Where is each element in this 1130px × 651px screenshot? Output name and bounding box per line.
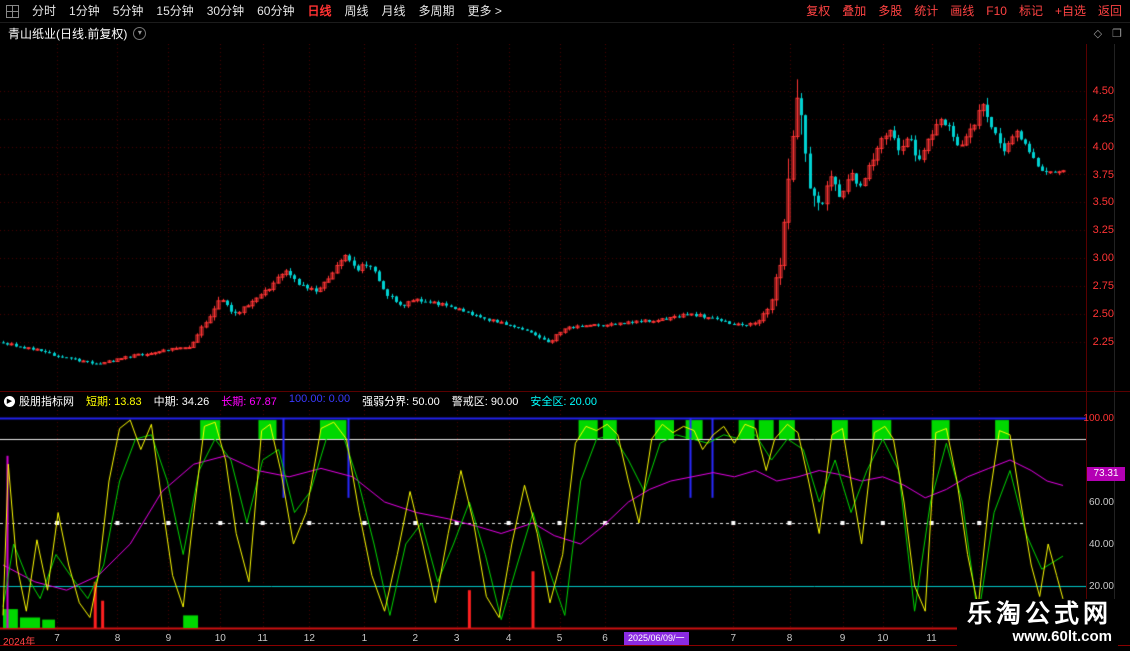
indicator-param-6: 安全区: 20.00 — [530, 393, 597, 409]
selected-date-badge: 2025/06/09/一 — [624, 632, 689, 645]
toolbar-right-item-4[interactable]: 画线 — [950, 0, 974, 22]
main-candlestick-chart[interactable] — [0, 44, 1086, 392]
price-label-2: 4.00 — [1093, 141, 1114, 153]
toolbar-right-item-5[interactable]: F10 — [986, 0, 1007, 22]
x-axis-month-14: 9 — [840, 633, 846, 644]
price-label-4: 3.50 — [1093, 196, 1114, 208]
x-axis-month-5: 12 — [304, 633, 315, 644]
x-axis-month-4: 11 — [257, 633, 267, 644]
indicator-play-icon: ▶ — [4, 396, 15, 407]
indicator-param-4: 强弱分界: 50.00 — [362, 393, 440, 409]
toolbar-right-item-7[interactable]: +自选 — [1055, 0, 1086, 22]
watermark-url: www.60lt.com — [967, 629, 1112, 646]
indicator-y-label-1: 60.00 — [1089, 497, 1114, 508]
toolbar-right-item-8[interactable]: 返回 — [1098, 0, 1122, 22]
indicator-param-5: 警戒区: 90.00 — [452, 393, 519, 409]
indicator-header: ▶ 股朋指标网 短期: 13.83 中期: 34.26 长期: 67.87 100.0… — [0, 392, 1130, 410]
x-axis-month-12: 7 — [731, 633, 737, 644]
price-label-8: 2.50 — [1093, 308, 1114, 320]
x-axis-month-11: 6 — [602, 633, 608, 644]
price-label-3: 3.75 — [1093, 169, 1114, 181]
indicator-param-0: 短期: 13.83 — [86, 393, 142, 409]
corner-icons: ◇ ❐ — [1094, 27, 1130, 40]
x-axis-month-8: 3 — [454, 633, 460, 644]
trading-app: { "toolbar": { "left_items": ["分时","1分钟"… — [0, 0, 1130, 650]
toolbar-right-item-2[interactable]: 多股 — [878, 0, 902, 22]
toolbar-left-item-2[interactable]: 5分钟 — [113, 0, 144, 22]
indicator-y-label-0: 100.00 — [1083, 413, 1114, 424]
x-axis-month-1: 8 — [115, 633, 121, 644]
indicator-source: ▶ 股朋指标网 — [4, 393, 74, 409]
main-chart-area — [0, 44, 1086, 392]
price-label-0: 4.50 — [1093, 85, 1114, 97]
indicator-y-label-2: 40.00 — [1089, 539, 1114, 550]
indicator-chart[interactable] — [0, 410, 1086, 632]
toolbar-right-item-3[interactable]: 统计 — [914, 0, 938, 22]
toolbar-left-item-10[interactable]: 更多 > — [468, 0, 502, 22]
price-label-6: 3.00 — [1093, 252, 1114, 264]
top-toolbar: 分时 1分钟 5分钟 15分钟 30分钟 60分钟日线周线月线多周期更多 > 复权叠加多股… — [0, 0, 1130, 23]
toolbar-left-item-9[interactable]: 多周期 — [419, 0, 455, 22]
x-axis-month-0: 7 — [54, 633, 60, 644]
toolbar-left-item-1[interactable]: 1分钟 — [69, 0, 100, 22]
x-axis-month-10: 5 — [557, 633, 563, 644]
title-dropdown-icon[interactable]: ▾ — [133, 27, 146, 40]
toolbar-left-item-4[interactable]: 30分钟 — [207, 0, 244, 22]
indicator-params: 短期: 13.83 中期: 34.26 长期: 67.87 100.00: 0.00 强… — [86, 393, 597, 409]
indicator-source-label: 股朋指标网 — [19, 393, 74, 409]
toolbar-left: 分时 1分钟 5分钟 15分钟 30分钟 60分钟日线周线月线多周期更多 > — [0, 0, 502, 22]
toolbar-right-item-1[interactable]: 叠加 — [842, 0, 866, 22]
main-y-axis: 4.50 4.25 4.00 3.75 3.50 3.25 3.00 2.75 2.50 2.25 — [1086, 44, 1130, 392]
toolbar-left-item-6[interactable]: 日线 — [307, 0, 331, 22]
x-axis-month-3: 10 — [215, 633, 226, 644]
x-axis-month-2: 9 — [166, 633, 172, 644]
indicator-y-label-3: 20.00 — [1089, 581, 1114, 592]
x-axis-month-9: 4 — [506, 633, 512, 644]
indicator-param-2: 长期: 67.87 — [221, 393, 277, 409]
x-axis-month-7: 2 — [413, 633, 419, 644]
toolbar-left-item-5[interactable]: 60分钟 — [257, 0, 294, 22]
toolbar-left-item-0[interactable]: 分时 — [32, 0, 56, 22]
toolbar-right-item-6[interactable]: 标记 — [1019, 0, 1043, 22]
x-axis-month-15: 10 — [877, 633, 888, 644]
x-axis-month-6: 1 — [362, 633, 368, 644]
watermark-title: 乐淘公式网 — [967, 601, 1112, 629]
price-label-5: 3.25 — [1093, 224, 1114, 236]
chart-title: 青山纸业(日线.前复权) — [0, 25, 127, 42]
chart-title-bar: 青山纸业(日线.前复权) ▾ ◇ ❐ — [0, 22, 1130, 44]
diamond-icon[interactable]: ◇ — [1094, 27, 1102, 40]
toolbar-left-item-3[interactable]: 15分钟 — [156, 0, 193, 22]
toolbar-right-item-0[interactable]: 复权 — [806, 0, 830, 22]
price-label-1: 4.25 — [1093, 113, 1114, 125]
app-grid-icon[interactable] — [6, 5, 19, 18]
toolbar-right: 复权叠加多股统计画线 F10 标记 +自选返回 — [806, 0, 1130, 22]
indicator-param-1: 中期: 34.26 — [154, 393, 210, 409]
indicator-value-badge: 73.31 — [1087, 467, 1125, 481]
watermark: 乐淘公式网 www.60lt.com — [957, 599, 1118, 646]
x-axis-month-16: 11 — [926, 633, 936, 644]
indicator-param-3: 100.00: 0.00 — [289, 393, 350, 409]
toolbar-left-item-7[interactable]: 周线 — [344, 0, 368, 22]
price-label-7: 2.75 — [1093, 280, 1114, 292]
toolbar-left-item-8[interactable]: 月线 — [382, 0, 406, 22]
price-label-9: 2.25 — [1093, 336, 1114, 348]
window-icon[interactable]: ❐ — [1112, 27, 1122, 40]
indicator-area — [0, 410, 1086, 632]
x-axis-month-13: 8 — [787, 633, 793, 644]
